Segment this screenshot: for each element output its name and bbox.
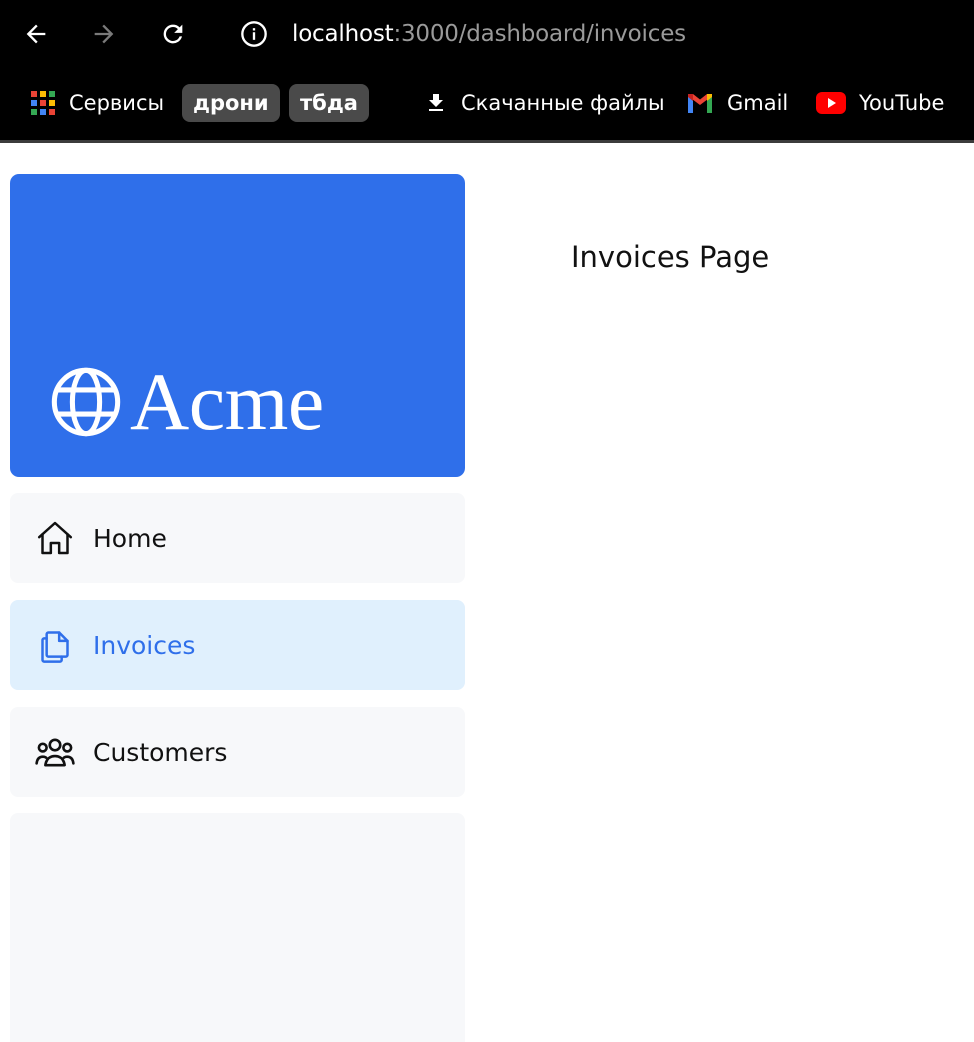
bookmark-downloads[interactable]: Скачанные файлы: [424, 84, 665, 122]
bookmarks-bar: Сервисы дрони тбда Скачанные файлы Gmail: [0, 80, 974, 128]
sidebar-item-invoices[interactable]: Invoices: [10, 600, 465, 690]
bookmark-label: дрони: [193, 91, 269, 115]
download-icon: [424, 91, 448, 115]
bookmark-youtube[interactable]: YouTube: [816, 84, 944, 122]
arrow-right-icon: [94, 24, 114, 44]
bookmark-services[interactable]: Сервисы: [30, 84, 164, 122]
bookmark-label: Gmail: [727, 91, 789, 115]
url-host: localhost: [292, 21, 394, 47]
toolbar-divider: [0, 140, 974, 143]
arrow-left-icon: [26, 24, 46, 44]
sidebar-spacer: [10, 813, 465, 1042]
sidebar-item-label: Customers: [93, 737, 228, 767]
bookmark-label: тбда: [300, 91, 358, 115]
bookmark-label: Сервисы: [69, 91, 165, 115]
bookmark-label: Скачанные файлы: [461, 91, 665, 115]
bookmark-folder-tbda[interactable]: тбда: [289, 84, 369, 122]
bookmark-folder-droni[interactable]: дрони: [182, 84, 280, 122]
document-duplicate-icon: [34, 624, 76, 666]
address-bar[interactable]: localhost:3000/dashboard/invoices: [236, 14, 686, 54]
acme-logo[interactable]: Acme: [48, 356, 324, 447]
gmail-icon: [686, 92, 714, 114]
sidebar-item-customers[interactable]: Customers: [10, 707, 465, 797]
forward-button[interactable]: [85, 15, 123, 53]
url-text[interactable]: localhost:3000/dashboard/invoices: [292, 21, 686, 47]
globe-icon: [51, 367, 121, 437]
bookmark-label: YouTube: [859, 91, 945, 115]
site-info-icon[interactable]: [236, 16, 272, 52]
youtube-icon: [816, 92, 846, 114]
reload-button[interactable]: [154, 15, 192, 53]
sidebar-item-label: Home: [93, 523, 167, 553]
back-button[interactable]: [17, 15, 55, 53]
user-group-icon: [34, 731, 76, 773]
reload-icon: [163, 24, 183, 44]
bookmark-gmail[interactable]: Gmail: [686, 84, 788, 122]
apps-grid-icon: [30, 90, 56, 116]
sidebar-item-home[interactable]: Home: [10, 493, 465, 583]
sidebar-item-label: Invoices: [93, 630, 196, 660]
page-title: Invoices Page: [571, 240, 770, 274]
home-icon: [34, 517, 76, 559]
logo-text: Acme: [130, 356, 324, 447]
url-path: :3000/dashboard/invoices: [393, 21, 686, 47]
